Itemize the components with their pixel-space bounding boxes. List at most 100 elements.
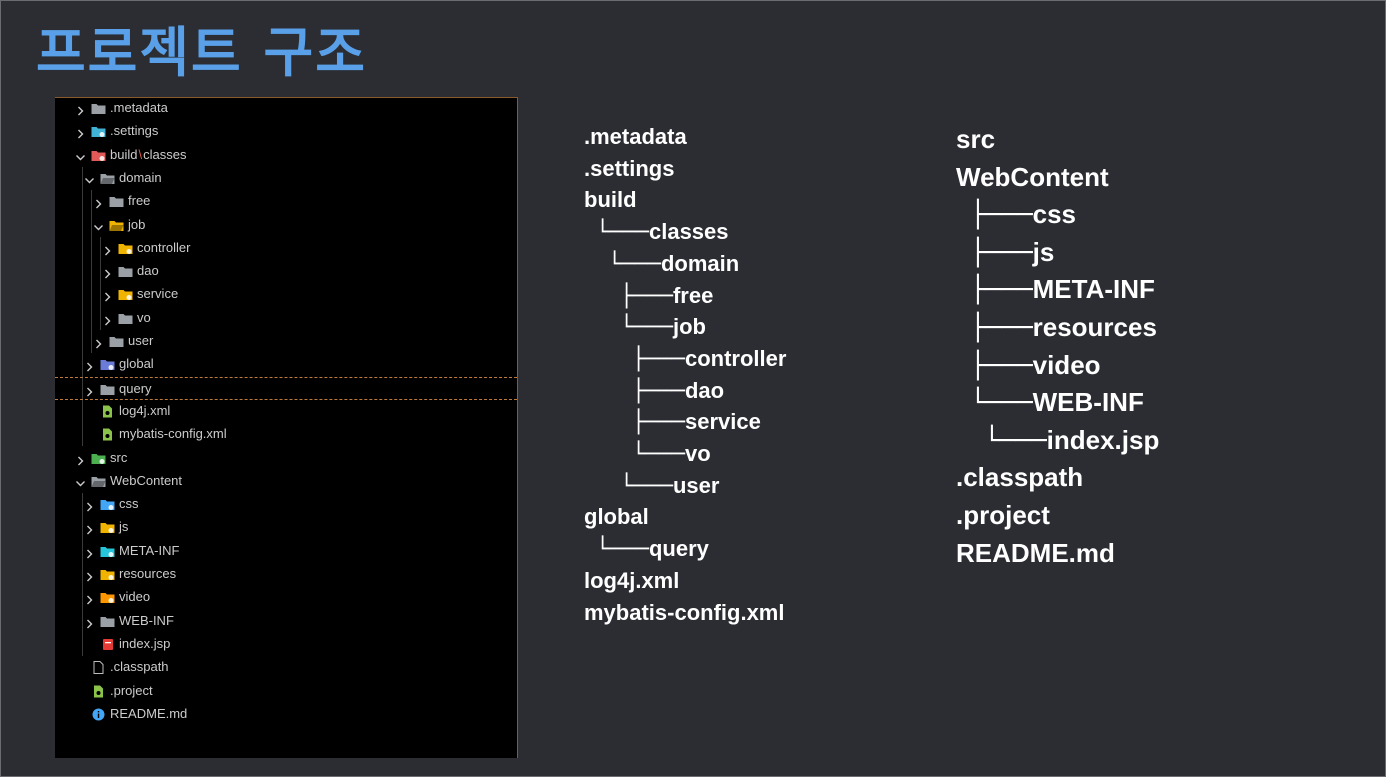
chevron-right-icon[interactable] bbox=[103, 243, 112, 256]
chevron-right-icon[interactable] bbox=[94, 196, 103, 209]
tree-connector: └─── bbox=[632, 442, 685, 467]
tree-label: README.md bbox=[956, 537, 1115, 568]
tree-connector: └─── bbox=[596, 537, 649, 563]
chevron-right-icon[interactable] bbox=[85, 359, 94, 372]
tree-connector: ├─── bbox=[632, 410, 685, 436]
folder-icon bbox=[118, 312, 133, 325]
open-folder-icon bbox=[109, 219, 124, 232]
tree-label: WebContent bbox=[956, 161, 1109, 192]
explorer-item-label: index.jsp bbox=[119, 635, 171, 651]
js-folder-icon bbox=[100, 521, 115, 534]
explorer-item-dao[interactable]: dao bbox=[55, 260, 517, 283]
tree-label: global bbox=[584, 504, 649, 530]
explorer-item-free[interactable]: free bbox=[55, 190, 517, 213]
chevron-right-icon[interactable] bbox=[103, 289, 112, 302]
chevron-down-icon[interactable] bbox=[76, 150, 85, 161]
tree-connector: └─── bbox=[608, 251, 661, 277]
explorer-item-build[interactable]: build\classes bbox=[55, 144, 517, 167]
tree-line: .project bbox=[956, 497, 1050, 534]
explorer-item-classpath[interactable]: .classpath bbox=[55, 656, 517, 679]
explorer-item-project[interactable]: .project bbox=[55, 680, 517, 703]
explorer-item-label: src bbox=[110, 449, 128, 465]
tree-line: .settings bbox=[584, 153, 674, 185]
explorer-item-label: build\classes bbox=[110, 146, 187, 162]
chevron-right-icon[interactable] bbox=[85, 546, 94, 559]
explorer-item-label: css bbox=[119, 496, 139, 512]
tree-line: └───job bbox=[620, 311, 706, 344]
explorer-item-web-inf[interactable]: WEB-INF bbox=[55, 610, 517, 633]
explorer-item-metadata[interactable]: .metadata bbox=[55, 97, 517, 120]
chevron-right-icon[interactable] bbox=[103, 313, 112, 326]
explorer-item-log4j-xml[interactable]: log4j.xml bbox=[55, 400, 517, 423]
explorer-item-mybatis-config-xml[interactable]: mybatis-config.xml bbox=[55, 423, 517, 446]
global-folder-icon bbox=[100, 358, 115, 371]
tree-connector: ├─── bbox=[970, 275, 1033, 306]
tree-line: .metadata bbox=[584, 121, 687, 153]
explorer-item-js[interactable]: js bbox=[55, 516, 517, 539]
tree-connector: ├─── bbox=[970, 313, 1033, 343]
chevron-down-icon[interactable] bbox=[76, 476, 85, 487]
chevron-right-icon[interactable] bbox=[76, 103, 85, 116]
folder-icon bbox=[100, 383, 115, 396]
explorer-item-readme-md[interactable]: README.md bbox=[55, 703, 517, 726]
chevron-right-icon[interactable] bbox=[94, 336, 103, 349]
explorer-item-vo[interactable]: vo bbox=[55, 307, 517, 330]
tree-line: ├───resources bbox=[970, 309, 1157, 347]
chevron-right-icon[interactable] bbox=[85, 616, 94, 629]
file-explorer-panel[interactable]: .metadata .settings build\classes domain fre… bbox=[55, 97, 518, 758]
chevron-right-icon[interactable] bbox=[85, 569, 94, 582]
explorer-item-label: video bbox=[119, 589, 151, 605]
tree-label: service bbox=[684, 409, 761, 435]
explorer-item-label: .project bbox=[110, 682, 153, 698]
chevron-right-icon[interactable] bbox=[103, 266, 112, 279]
explorer-item-label: .classpath bbox=[110, 659, 169, 675]
explorer-item-src[interactable]: src bbox=[55, 447, 517, 470]
explorer-item-webcontent[interactable]: WebContent bbox=[55, 470, 517, 493]
explorer-item-user[interactable]: user bbox=[55, 330, 517, 353]
chevron-down-icon[interactable] bbox=[94, 220, 103, 230]
open-folder-icon bbox=[100, 172, 115, 185]
explorer-item-label: free bbox=[128, 193, 151, 209]
tree-connector: └─── bbox=[620, 473, 673, 499]
tree-label: user bbox=[672, 472, 720, 498]
src-folder-icon bbox=[91, 452, 106, 465]
tree-connector: └─── bbox=[970, 388, 1033, 419]
tree-connector: ├─── bbox=[620, 283, 673, 309]
explorer-item-domain[interactable]: domain bbox=[55, 167, 517, 190]
explorer-item-index-jsp[interactable]: index.jsp bbox=[55, 633, 517, 656]
explorer-item-label: user bbox=[128, 333, 154, 348]
tree-label: build bbox=[584, 187, 637, 213]
tree-label: job bbox=[672, 314, 706, 340]
explorer-item-service[interactable]: service bbox=[55, 283, 517, 306]
tree-line: README.md bbox=[956, 535, 1115, 572]
xml-file-icon bbox=[100, 428, 115, 441]
chevron-down-icon[interactable] bbox=[85, 173, 94, 184]
explorer-item-label: service bbox=[137, 286, 179, 302]
folder-icon bbox=[109, 335, 124, 348]
explorer-item-css[interactable]: css bbox=[55, 493, 517, 516]
chevron-right-icon[interactable] bbox=[85, 522, 94, 535]
chevron-right-icon[interactable] bbox=[76, 453, 85, 465]
jsp-file-icon bbox=[100, 638, 115, 651]
tree-label: controller bbox=[684, 345, 787, 371]
explorer-item-label: log4j.xml bbox=[119, 402, 171, 418]
explorer-item-resources[interactable]: resources bbox=[55, 563, 517, 586]
chevron-right-icon[interactable] bbox=[85, 499, 94, 512]
tree-connector: └─── bbox=[984, 425, 1047, 456]
tree-label: vo bbox=[684, 441, 711, 466]
explorer-item-video[interactable]: video bbox=[55, 586, 517, 609]
explorer-item-label: vo bbox=[137, 309, 151, 325]
tree-line: ├───controller bbox=[632, 343, 786, 376]
explorer-item-query[interactable]: query bbox=[55, 376, 517, 400]
explorer-item-controller[interactable]: controller bbox=[55, 237, 517, 260]
tree-label: META-INF bbox=[1032, 274, 1155, 305]
explorer-item-meta-inf[interactable]: META-INF bbox=[55, 540, 517, 563]
chevron-right-icon[interactable] bbox=[85, 384, 94, 397]
explorer-item-job[interactable]: job bbox=[55, 214, 517, 237]
chevron-right-icon[interactable] bbox=[85, 592, 94, 605]
chevron-right-icon[interactable] bbox=[76, 126, 85, 139]
tree-line: build bbox=[584, 184, 637, 216]
explorer-item-settings[interactable]: .settings bbox=[55, 120, 517, 143]
folder-icon bbox=[109, 195, 124, 208]
explorer-item-global[interactable]: global bbox=[55, 353, 517, 376]
